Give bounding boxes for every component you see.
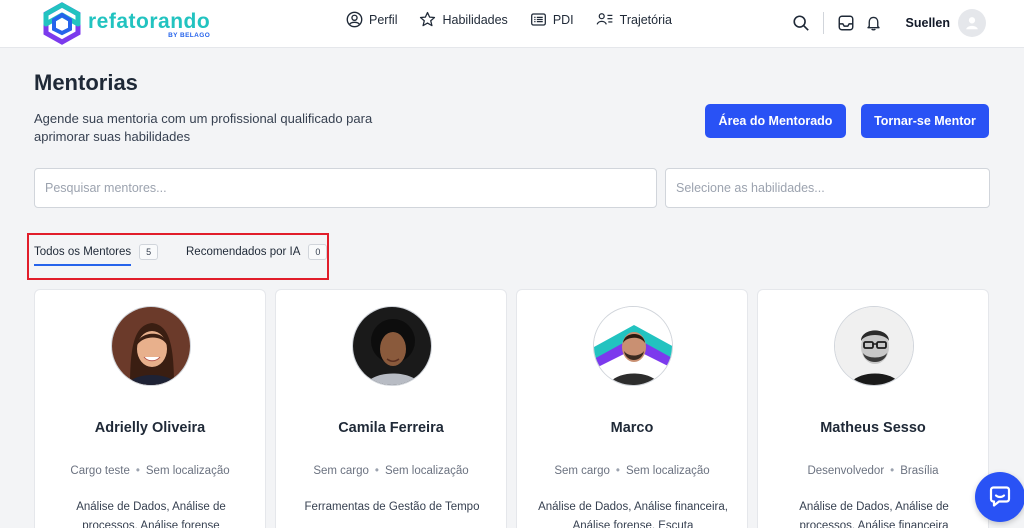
- tab-all-mentors-count: 5: [139, 244, 159, 260]
- mentor-avatar: [111, 306, 191, 386]
- mentor-card[interactable]: Camila Ferreira Sem cargo • Sem localizaçã…: [275, 289, 507, 528]
- mentor-avatar: [352, 306, 432, 386]
- skills-select-placeholder: Selecione as habilidades...: [676, 181, 825, 195]
- main-nav: Perfil Habilidades PDI Trajetória: [346, 11, 694, 28]
- mentor-photo-icon: [112, 307, 190, 385]
- meta-separator: •: [615, 465, 620, 477]
- brand-logo[interactable]: refatorando BY BELAGO: [42, 2, 210, 46]
- meta-separator: •: [374, 465, 379, 477]
- meta-separator: •: [135, 465, 140, 477]
- mentor-location: Sem localização: [625, 465, 710, 477]
- nav-trajetoria[interactable]: Trajetória: [596, 11, 672, 28]
- mentor-card[interactable]: Matheus Sesso Desenvolvedor • Brasília Aná…: [757, 289, 989, 528]
- tab-all-mentors[interactable]: Todos os Mentores 5: [34, 244, 159, 260]
- bell-icon: [867, 16, 880, 31]
- chat-bubble-icon: [989, 486, 1011, 507]
- user-list-icon: [596, 13, 613, 25]
- tab-all-mentors-label: Todos os Mentores: [34, 246, 132, 258]
- active-tab-indicator: [34, 264, 131, 266]
- mentor-name: Camila Ferreira: [338, 420, 444, 436]
- mentor-photo-icon: [594, 307, 672, 385]
- mentor-avatar: [834, 306, 914, 386]
- nav-habilidades[interactable]: Habilidades: [419, 11, 508, 28]
- nav-perfil[interactable]: Perfil: [346, 11, 397, 28]
- top-navbar: refatorando BY BELAGO Perfil Habilidades…: [0, 0, 1024, 48]
- user-circle-icon: [346, 11, 363, 28]
- search-icon: [792, 15, 809, 31]
- mentor-skills: Análise de Dados, Análise financeira, An…: [538, 501, 728, 528]
- search-button[interactable]: [787, 9, 815, 37]
- nav-pdi-label: PDI: [552, 12, 574, 27]
- mentor-skills: Ferramentas de Gestão de Tempo: [304, 501, 480, 513]
- mentor-skills: Análise de Dados, Análise de processos, …: [76, 501, 226, 528]
- mentor-role: Cargo teste: [70, 465, 130, 477]
- page-description: Agende sua mentoria com um profissional …: [34, 111, 373, 144]
- mentor-skills: Análise de Dados, Análise de processos, …: [799, 501, 949, 528]
- header-actions: Suellen: [787, 8, 986, 38]
- nav-habilidades-label: Habilidades: [442, 12, 508, 27]
- become-mentor-button[interactable]: Tornar-se Mentor: [861, 104, 989, 138]
- mentor-meta: Cargo teste • Sem localização: [35, 465, 265, 477]
- mentor-card[interactable]: Marco Sem cargo • Sem localização Análise …: [516, 289, 748, 528]
- notifications-button[interactable]: [860, 9, 888, 37]
- meta-separator: •: [890, 465, 895, 477]
- inbox-button[interactable]: [832, 9, 860, 37]
- mentor-name: Adrielly Oliveira: [94, 420, 206, 436]
- mentor-avatar: [593, 306, 673, 386]
- mentor-name: Marco: [610, 420, 654, 436]
- user-name[interactable]: Suellen: [906, 16, 950, 30]
- mentor-card[interactable]: Adrielly Oliveira Cargo teste • Sem locali…: [34, 289, 266, 528]
- header-divider: [822, 12, 824, 34]
- inbox-icon: [838, 15, 854, 31]
- mentor-location: Sem localização: [384, 465, 469, 477]
- star-icon: [420, 11, 436, 27]
- page-title: Mentorias: [34, 70, 138, 95]
- mentor-location: Sem localização: [145, 465, 230, 477]
- tab-ai-recommended[interactable]: Recomendados por IA 0: [186, 244, 328, 260]
- tab-ai-recommended-count: 0: [308, 244, 328, 260]
- hexagon-logo-icon: [43, 2, 81, 45]
- mentor-meta: Sem cargo • Sem localização: [517, 465, 747, 477]
- user-placeholder-icon: [966, 17, 978, 30]
- mentorado-area-button[interactable]: Área do Mentorado: [705, 104, 846, 138]
- brand-sub: BY BELAGO: [168, 31, 211, 39]
- brand-name: refatorando: [88, 9, 211, 33]
- nav-pdi[interactable]: PDI: [530, 11, 574, 28]
- mentor-photo-icon: [353, 307, 431, 385]
- nav-trajetoria-label: Trajetória: [619, 12, 672, 27]
- search-mentors-input[interactable]: [34, 168, 657, 208]
- mentor-name: Matheus Sesso: [820, 420, 926, 436]
- nav-perfil-label: Perfil: [369, 12, 398, 27]
- mentor-role: Sem cargo: [313, 465, 369, 477]
- skills-select[interactable]: Selecione as habilidades...: [665, 168, 990, 208]
- mentor-photo-icon: [835, 307, 913, 385]
- mentor-meta: Sem cargo • Sem localização: [276, 465, 506, 477]
- list-card-icon: [530, 13, 546, 26]
- user-avatar[interactable]: [958, 9, 986, 37]
- tab-ai-recommended-label: Recomendados por IA: [186, 246, 301, 258]
- mentor-role: Sem cargo: [554, 465, 610, 477]
- mentor-meta: Desenvolvedor • Brasília: [758, 465, 988, 477]
- chat-support-button[interactable]: [975, 472, 1024, 522]
- mentor-location: Brasília: [900, 465, 939, 477]
- mentor-role: Desenvolvedor: [807, 465, 885, 477]
